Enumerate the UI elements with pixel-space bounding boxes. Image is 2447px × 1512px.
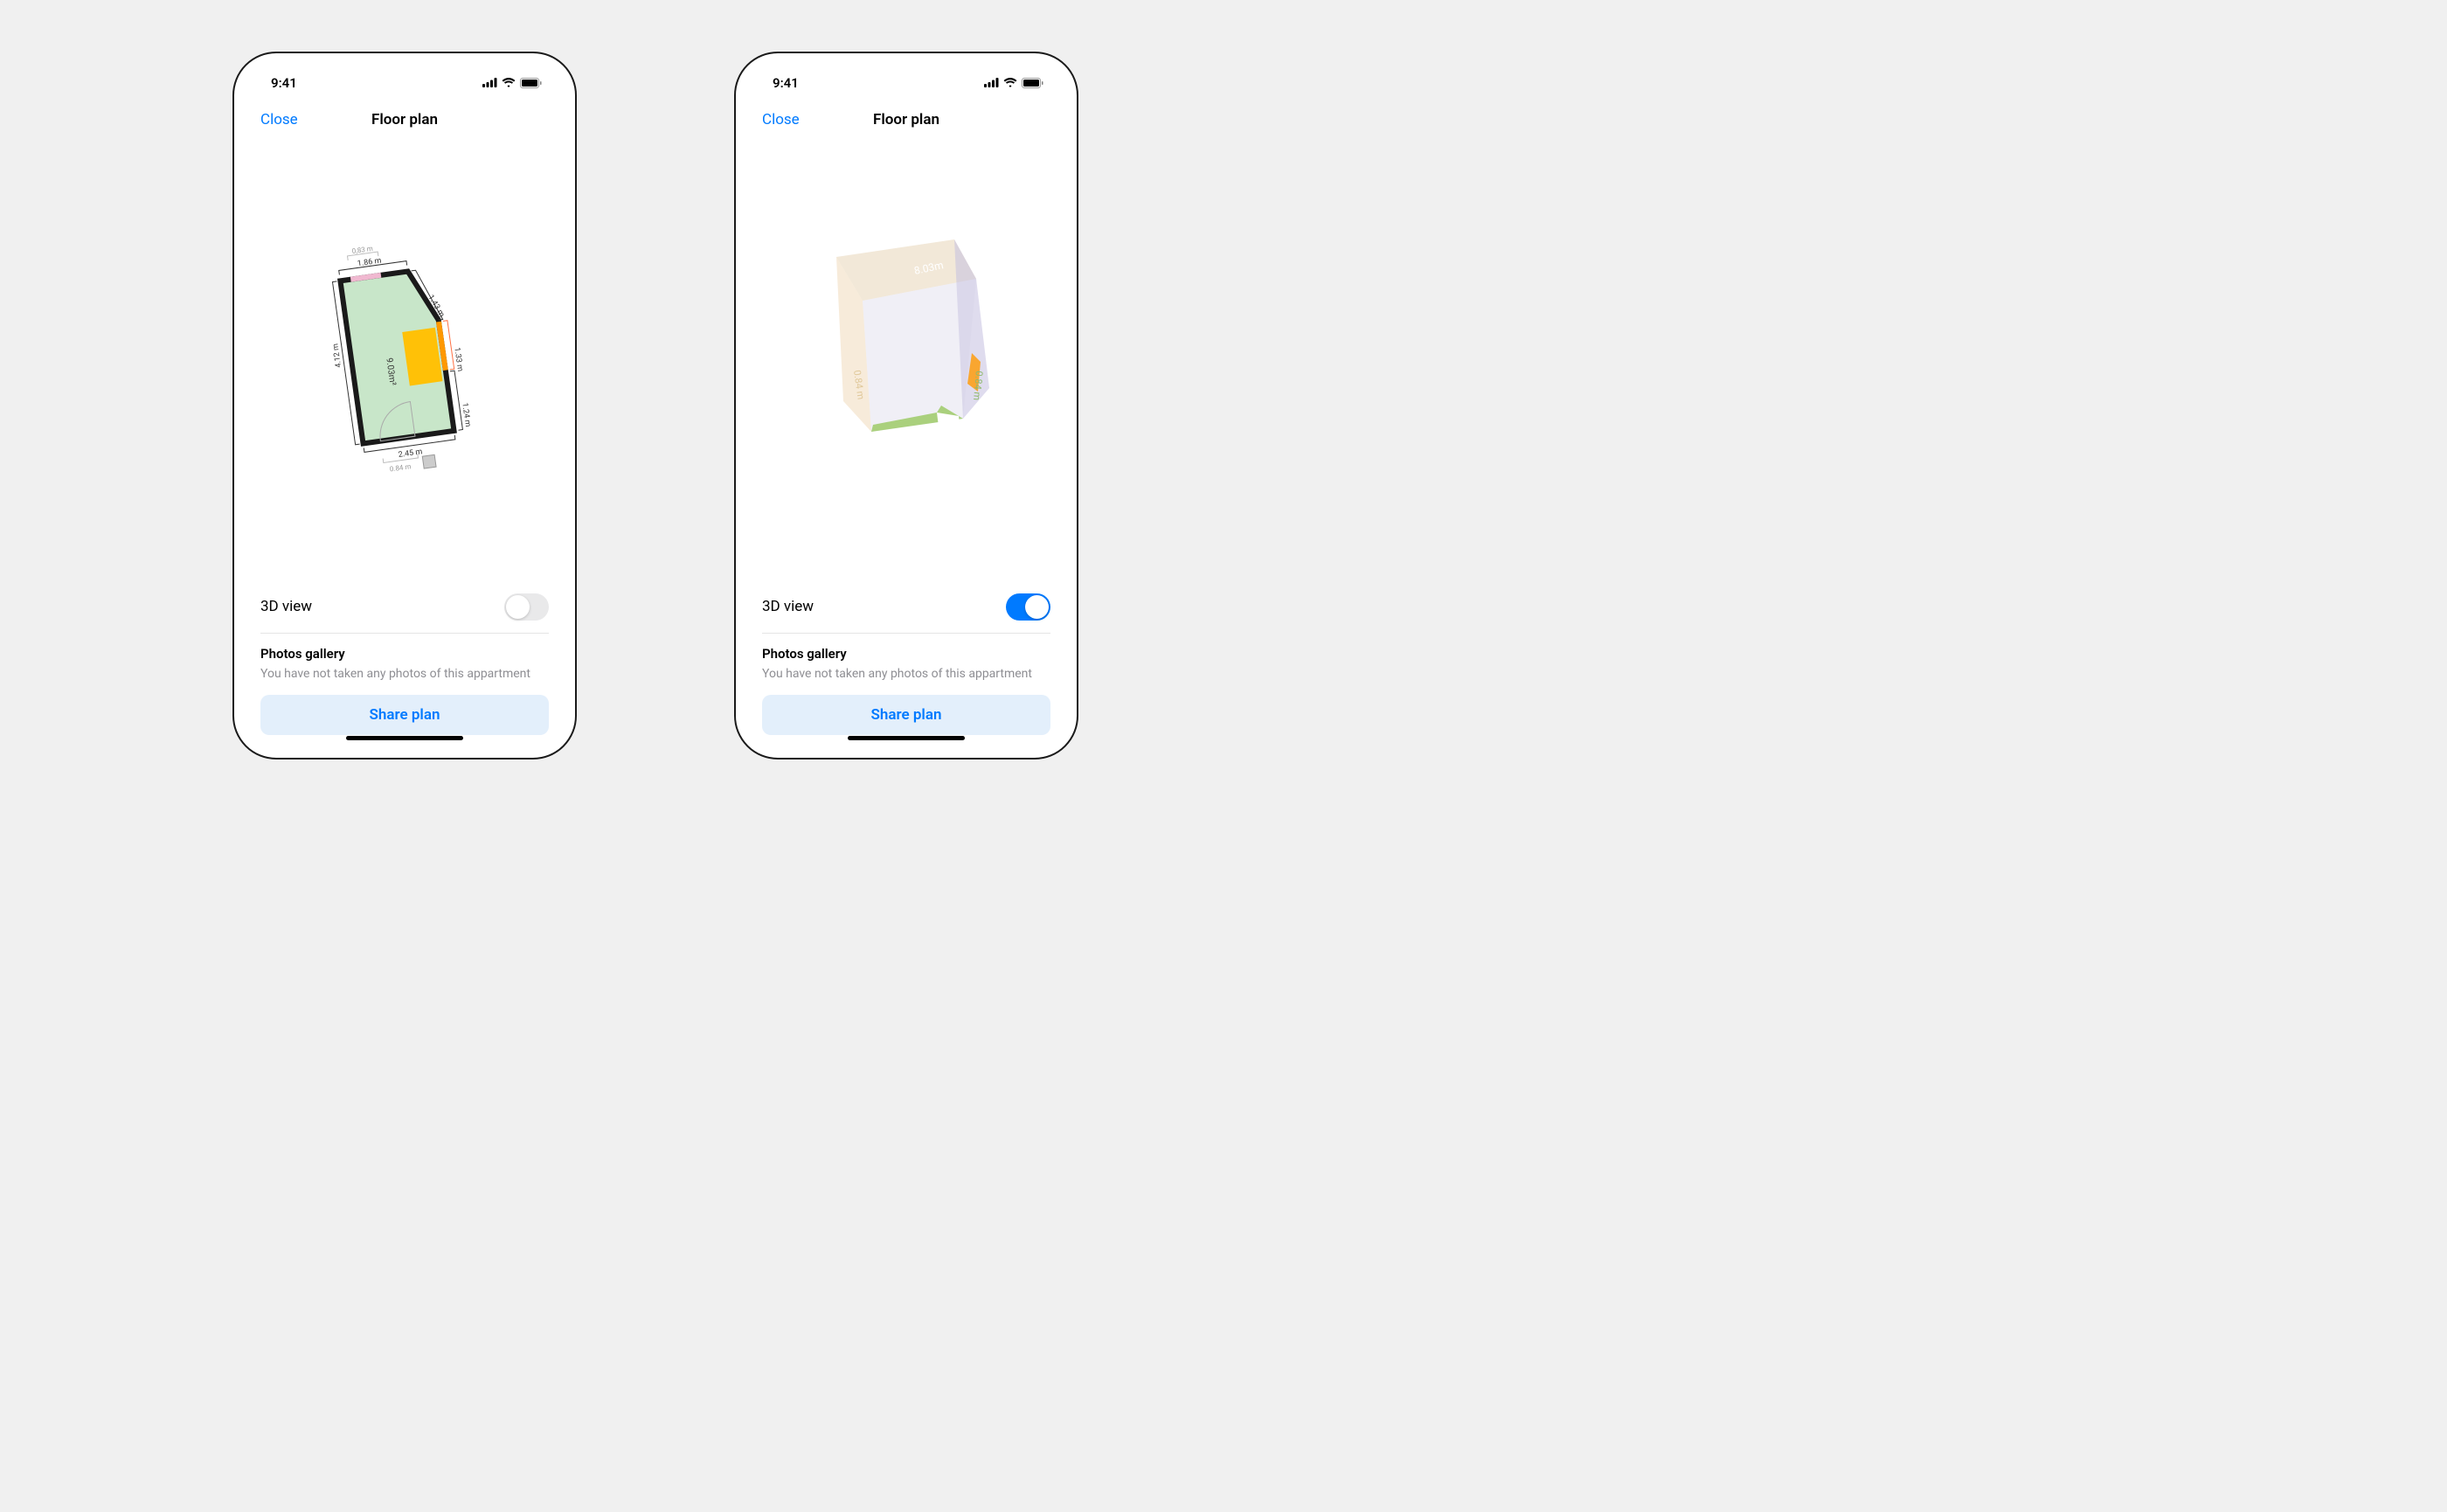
floor-plan-canvas[interactable]: 0,83 m 1.86 m [246, 139, 563, 585]
screen: 9:41 Close Floor plan [748, 66, 1064, 746]
phone-mockup-2d: 9:41 Close Floor plan [232, 52, 577, 759]
status-bar: 9:41 [246, 66, 563, 101]
gallery-title: Photos gallery [260, 646, 549, 662]
status-time: 9:41 [271, 75, 297, 91]
gallery-empty-text: You have not taken any photos of this ap… [260, 667, 549, 681]
floor-plan-3d: 8.03m 0.84 m 0.84 m [810, 231, 1002, 458]
gallery-empty-text: You have not taken any photos of this ap… [762, 667, 1050, 681]
close-button[interactable]: Close [762, 111, 800, 128]
dim-label: 0.84 m [389, 462, 412, 473]
close-button[interactable]: Close [260, 111, 298, 128]
nav-bar: Close Floor plan [748, 101, 1064, 139]
status-indicators [984, 78, 1043, 88]
share-plan-button[interactable]: Share plan [260, 695, 549, 735]
home-indicator[interactable] [346, 736, 463, 740]
wifi-icon [502, 78, 516, 87]
battery-icon [1022, 78, 1043, 88]
page-title: Floor plan [371, 111, 438, 128]
controls: 3D view Photos gallery You have not take… [246, 585, 563, 746]
dim-label: 1.86 m [357, 256, 382, 268]
home-indicator[interactable] [848, 736, 965, 740]
gallery-title: Photos gallery [762, 646, 1050, 662]
dim-label: 2.45 m [398, 447, 423, 460]
page-title: Floor plan [873, 111, 939, 128]
floor-plan-canvas[interactable]: 8.03m 0.84 m 0.84 m [748, 139, 1064, 585]
3d-view-row: 3D view [762, 585, 1050, 634]
phone-mockup-3d: 9:41 Close Floor plan [734, 52, 1078, 759]
cellular-icon [984, 78, 999, 87]
content: 8.03m 0.84 m 0.84 m 3D view Photos galle… [748, 139, 1064, 746]
nav-bar: Close Floor plan [246, 101, 563, 139]
status-bar: 9:41 [748, 66, 1064, 101]
wifi-icon [1003, 78, 1017, 87]
cellular-icon [482, 78, 497, 87]
3d-view-label: 3D view [762, 598, 814, 615]
3d-view-toggle[interactable] [1006, 593, 1050, 621]
status-time: 9:41 [773, 75, 799, 91]
screen: 9:41 Close Floor plan [246, 66, 563, 746]
3d-view-row: 3D view [260, 585, 549, 634]
3d-view-label: 3D view [260, 598, 312, 615]
3d-view-toggle[interactable] [504, 593, 549, 621]
share-plan-button[interactable]: Share plan [762, 695, 1050, 735]
status-indicators [482, 78, 542, 88]
floor-plan-2d: 0,83 m 1.86 m [301, 226, 509, 496]
controls: 3D view Photos gallery You have not take… [748, 585, 1064, 746]
content: 0,83 m 1.86 m [246, 139, 563, 746]
battery-icon [520, 78, 542, 88]
